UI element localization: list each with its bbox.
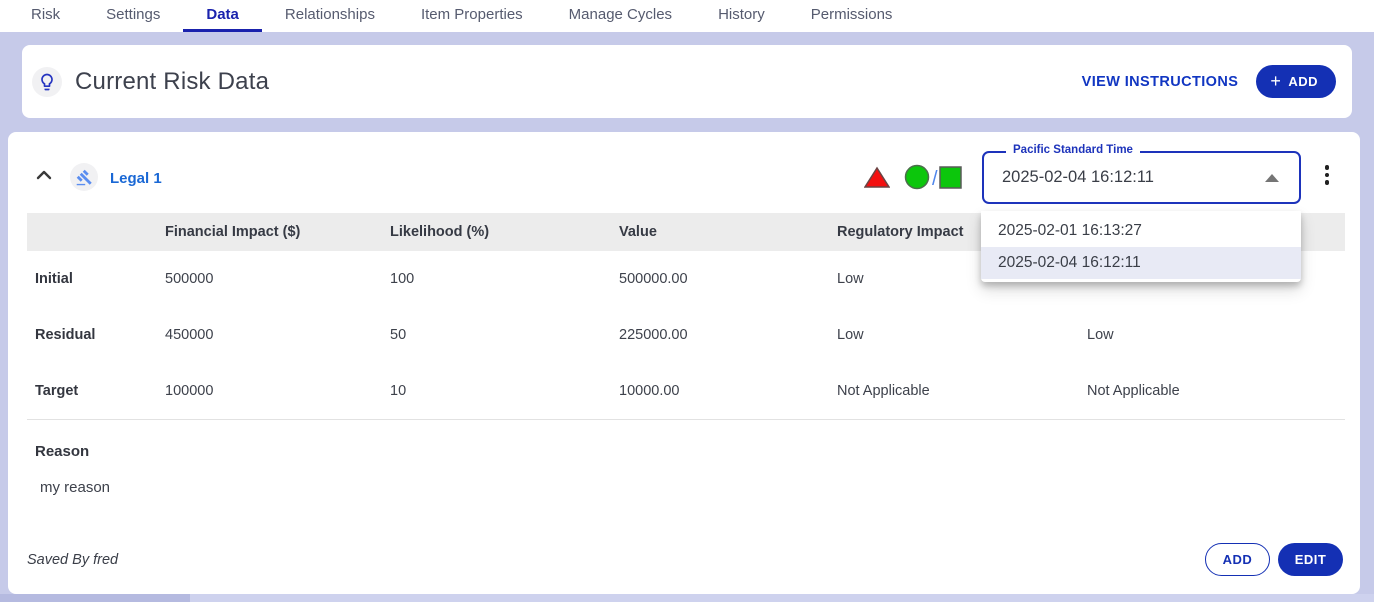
- table-row-residual: Residual 450000 50 225000.00 Low Low: [27, 307, 1345, 363]
- horizontal-scrollbar-thumb[interactable]: [0, 594, 190, 602]
- saved-by-text: Saved By fred: [27, 552, 118, 568]
- row-label: Target: [27, 363, 157, 419]
- square-indicator-icon: [939, 166, 962, 194]
- horizontal-scrollbar-track: [0, 594, 1374, 602]
- timestamp-select[interactable]: Pacific Standard Time 2025-02-04 16:12:1…: [982, 151, 1301, 204]
- chevron-up-icon: [1265, 174, 1279, 182]
- tab-item-properties[interactable]: Item Properties: [398, 0, 546, 32]
- cell: Low: [829, 307, 1079, 363]
- cell: 10000.00: [611, 363, 829, 419]
- cell: 10: [382, 363, 611, 419]
- page-header-card: Current Risk Data VIEW INSTRUCTIONS + AD…: [22, 45, 1352, 118]
- cell: 100000: [157, 363, 382, 419]
- dropdown-option-2-selected[interactable]: 2025-02-04 16:12:11: [981, 247, 1301, 279]
- timestamp-dropdown-menu: 2025-02-01 16:13:27 2025-02-04 16:12:11: [981, 211, 1301, 282]
- risk-data-card: Legal 1 / Pacific Standard Time 2025-02-…: [8, 132, 1360, 594]
- reason-label: Reason: [35, 443, 89, 460]
- lightbulb-icon: [32, 67, 62, 97]
- tab-manage-cycles[interactable]: Manage Cycles: [546, 0, 695, 32]
- row-label: Residual: [27, 307, 157, 363]
- col-header-financial-impact: Financial Impact ($): [157, 213, 382, 251]
- table-row-target: Target 100000 10 10000.00 Not Applicable…: [27, 363, 1345, 419]
- risk-indicators: /: [864, 164, 962, 195]
- timezone-label: Pacific Standard Time: [1006, 144, 1140, 156]
- tab-settings[interactable]: Settings: [83, 0, 183, 32]
- tab-data[interactable]: Data: [183, 0, 262, 32]
- cell: Low: [1079, 307, 1345, 363]
- triangle-indicator-icon: [864, 166, 890, 194]
- cell: 450000: [157, 307, 382, 363]
- reason-value: my reason: [40, 479, 110, 496]
- tab-bar: Risk Settings Data Relationships Item Pr…: [0, 0, 1374, 32]
- plus-icon: +: [1270, 71, 1281, 92]
- add-button-top[interactable]: + ADD: [1256, 65, 1336, 98]
- kebab-menu-icon[interactable]: [1320, 165, 1334, 191]
- cell: Not Applicable: [1079, 363, 1345, 419]
- add-button-bottom[interactable]: ADD: [1205, 543, 1270, 576]
- page-title: Current Risk Data: [75, 68, 269, 96]
- view-instructions-link[interactable]: VIEW INSTRUCTIONS: [1082, 74, 1239, 90]
- collapse-section-button[interactable]: [36, 168, 56, 188]
- footer-buttons: ADD EDIT: [1205, 543, 1343, 576]
- cell: Not Applicable: [829, 363, 1079, 419]
- tab-risk[interactable]: Risk: [8, 0, 83, 32]
- cell: 100: [382, 251, 611, 307]
- col-header-likelihood: Likelihood (%): [382, 213, 611, 251]
- cell: 225000.00: [611, 307, 829, 363]
- col-header-value: Value: [611, 213, 829, 251]
- cell: 500000.00: [611, 251, 829, 307]
- circle-indicator-icon: [904, 164, 930, 195]
- dropdown-option-1[interactable]: 2025-02-01 16:13:27: [981, 215, 1301, 247]
- cell: 500000: [157, 251, 382, 307]
- cell: 50: [382, 307, 611, 363]
- gavel-icon: [70, 163, 98, 191]
- indicator-separator: /: [932, 168, 938, 191]
- row-label: Initial: [27, 251, 157, 307]
- tab-permissions[interactable]: Permissions: [788, 0, 916, 32]
- col-header-blank: [27, 213, 157, 251]
- timestamp-select-value: 2025-02-04 16:12:11: [984, 153, 1299, 202]
- edit-button[interactable]: EDIT: [1278, 543, 1343, 576]
- tab-history[interactable]: History: [695, 0, 788, 32]
- add-button-top-label: ADD: [1288, 74, 1318, 89]
- section-title-legal-1[interactable]: Legal 1: [110, 170, 162, 187]
- tab-relationships[interactable]: Relationships: [262, 0, 398, 32]
